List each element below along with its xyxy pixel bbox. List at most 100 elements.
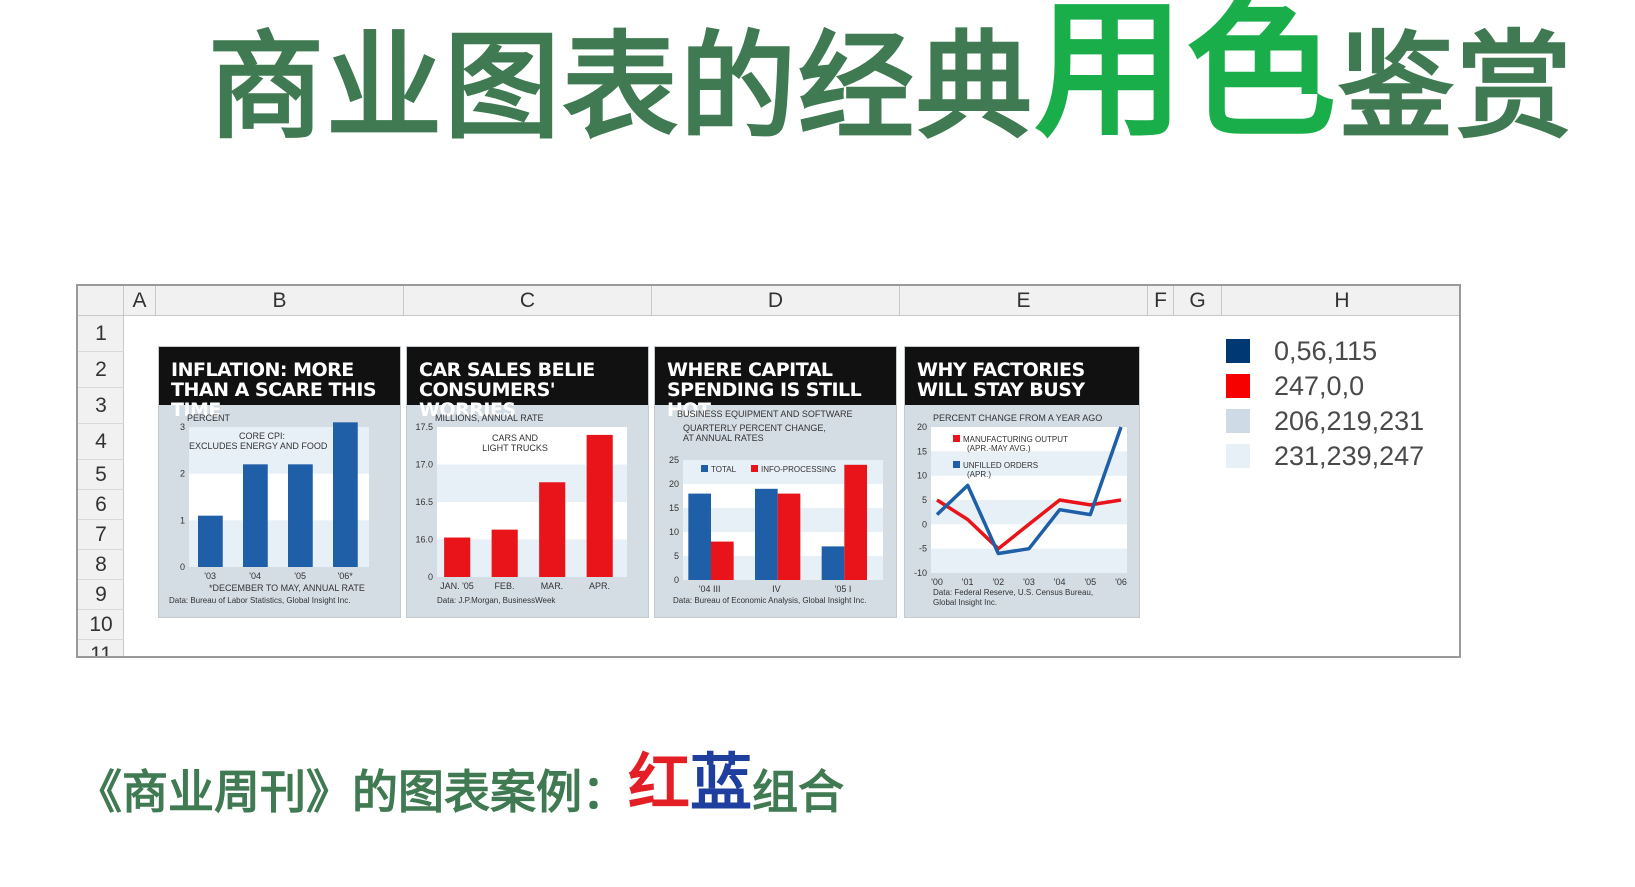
x-tick-label: '06* [338,571,354,581]
y-tick-label: 16.0 [415,535,433,545]
chart-source: Global Insight Inc. [933,598,997,607]
chart-headline: WHERE CAPITAL SPENDING IS STILL HOT [655,347,896,420]
chart-footnote: *DECEMBER TO MAY, ANNUAL RATE [209,583,365,593]
column-header-e[interactable]: E [900,286,1148,316]
caption-red: 红 [628,746,691,819]
legend-swatch [953,435,960,442]
bar [821,546,845,580]
title-part3: 鉴赏 [1338,20,1575,155]
bar [586,434,613,577]
chart-note: LIGHT TRUCKS [482,443,548,453]
legend-label: (APR.-MAY AVG.) [967,444,1031,453]
legend-label: UNFILLED ORDERS [963,461,1038,470]
y-tick-label: 2 [180,469,185,479]
y-tick-label: 20 [917,422,927,432]
column-header-f[interactable]: F [1148,286,1174,316]
chart-card-factories[interactable]: WHY FACTORIES WILL STAY BUSY PERCENT CHA… [904,346,1140,618]
chart-note: CORE CPI: [239,431,285,441]
bar [539,482,566,577]
chart-subhead: BUSINESS EQUIPMENT AND SOFTWARE [677,409,853,419]
select-all-corner[interactable] [78,286,124,316]
chart-note: CARS AND [492,433,539,443]
bar [243,464,268,567]
row-header-6[interactable]: 6 [78,490,124,520]
unit-label: MILLIONS, ANNUAL RATE [435,413,544,423]
capital-spending-bar-chart: BUSINESS EQUIPMENT AND SOFTWARE QUARTERLY… [669,409,883,605]
legend-swatch [751,465,758,472]
y-tick-label: 0 [922,519,927,529]
title-highlight: 用色 [1034,0,1339,158]
y-tick-label: 16.5 [415,497,433,507]
y-tick-label: -10 [914,568,927,578]
spreadsheet: A B C D E F G H 1 2 3 4 5 6 7 8 9 10 11 … [76,284,1461,658]
x-tick-label: '03 [1023,577,1035,587]
row-header-1[interactable]: 1 [78,316,124,352]
chart-source: Data: Bureau of Labor Statistics, Global… [169,596,350,605]
chart-card-capital-spending[interactable]: WHERE CAPITAL SPENDING IS STILL HOT BUSI… [654,346,897,618]
row-header-2[interactable]: 2 [78,352,124,388]
bar [844,464,867,580]
legend-swatch-light-blue [1226,409,1250,433]
unit-label: AT ANNUAL RATES [683,433,764,443]
row-header-8[interactable]: 8 [78,550,124,580]
bar [288,464,313,567]
x-tick-label: IV [772,584,781,594]
y-tick-label: 25 [669,455,679,465]
caption-part2: 组合 [752,765,845,819]
x-tick-label: '03 [204,571,216,581]
x-tick-label: '04 III [699,584,721,594]
y-tick-label: 3 [180,422,185,432]
y-tick-label: 17.0 [415,460,433,470]
row-header-4[interactable]: 4 [78,424,124,460]
y-tick-label: 10 [917,471,927,481]
chart-headline: INFLATION: MORE THAN A SCARE THIS TIME [159,347,400,420]
column-header-a[interactable]: A [124,286,156,316]
color-legend: 0,56,115 247,0,0 206,219,231 231,239,247 [1226,336,1456,476]
y-tick-label: 20 [669,479,679,489]
row-header-11[interactable]: 11 [78,640,124,656]
row-headers: 1 2 3 4 5 6 7 8 9 10 11 [78,316,124,656]
y-tick-label: 1 [180,515,185,525]
legend-swatch-dark-blue [1226,339,1250,363]
legend-swatch-pale-blue [1226,444,1250,468]
column-headers: A B C D E F G H [78,286,1459,316]
legend-label: (APR.) [967,470,991,479]
unit-label: PERCENT CHANGE FROM A YEAR AGO [933,413,1102,423]
column-header-b[interactable]: B [156,286,404,316]
bar [711,541,734,580]
chart-headline: CAR SALES BELIE CONSUMERS' WORRIES [407,347,648,420]
column-header-d[interactable]: D [652,286,900,316]
chart-source: Data: J.P.Morgan, BusinessWeek [437,596,556,605]
chart-source: Data: Federal Reserve, U.S. Census Burea… [933,588,1093,597]
bar [688,493,711,580]
column-header-h[interactable]: H [1222,286,1459,316]
row-header-9[interactable]: 9 [78,580,124,610]
column-header-g[interactable]: G [1174,286,1222,316]
row-header-5[interactable]: 5 [78,460,124,490]
x-tick-label: '04 [249,571,261,581]
x-tick-label: MAR. [541,581,564,591]
bar [777,493,801,580]
row-header-7[interactable]: 7 [78,520,124,550]
y-tick-label: 15 [669,503,679,513]
row-header-3[interactable]: 3 [78,388,124,424]
x-tick-label: '06 [1115,577,1127,587]
chart-headline: WHY FACTORIES WILL STAY BUSY [905,347,1139,405]
legend-label: 206,219,231 [1274,405,1425,436]
bar [198,515,223,567]
title-part1: 商业图表的经典 [208,20,1034,155]
y-tick-label: 17.5 [415,422,433,432]
car-sales-bar-chart: 0 16.0 16.5 17.0 17.5MILLIONS, ANNUAL RATE CA… [415,413,627,605]
column-header-c[interactable]: C [404,286,652,316]
bar [755,488,778,580]
chart-card-inflation[interactable]: INFLATION: MORE THAN A SCARE THIS TIME 0… [158,346,401,618]
x-tick-label: '00 [931,577,943,587]
caption: 《商业周刊》的图表案例： 红 蓝 组合 [76,746,845,822]
bar [491,529,518,577]
chart-card-car-sales[interactable]: CAR SALES BELIE CONSUMERS' WORRIES 0 16.0… [406,346,649,618]
legend-label: 231,239,247 [1274,440,1425,471]
legend-label: TOTAL [711,465,737,474]
y-tick-label: 10 [669,527,679,537]
row-header-10[interactable]: 10 [78,610,124,640]
legend-swatch [701,465,708,472]
